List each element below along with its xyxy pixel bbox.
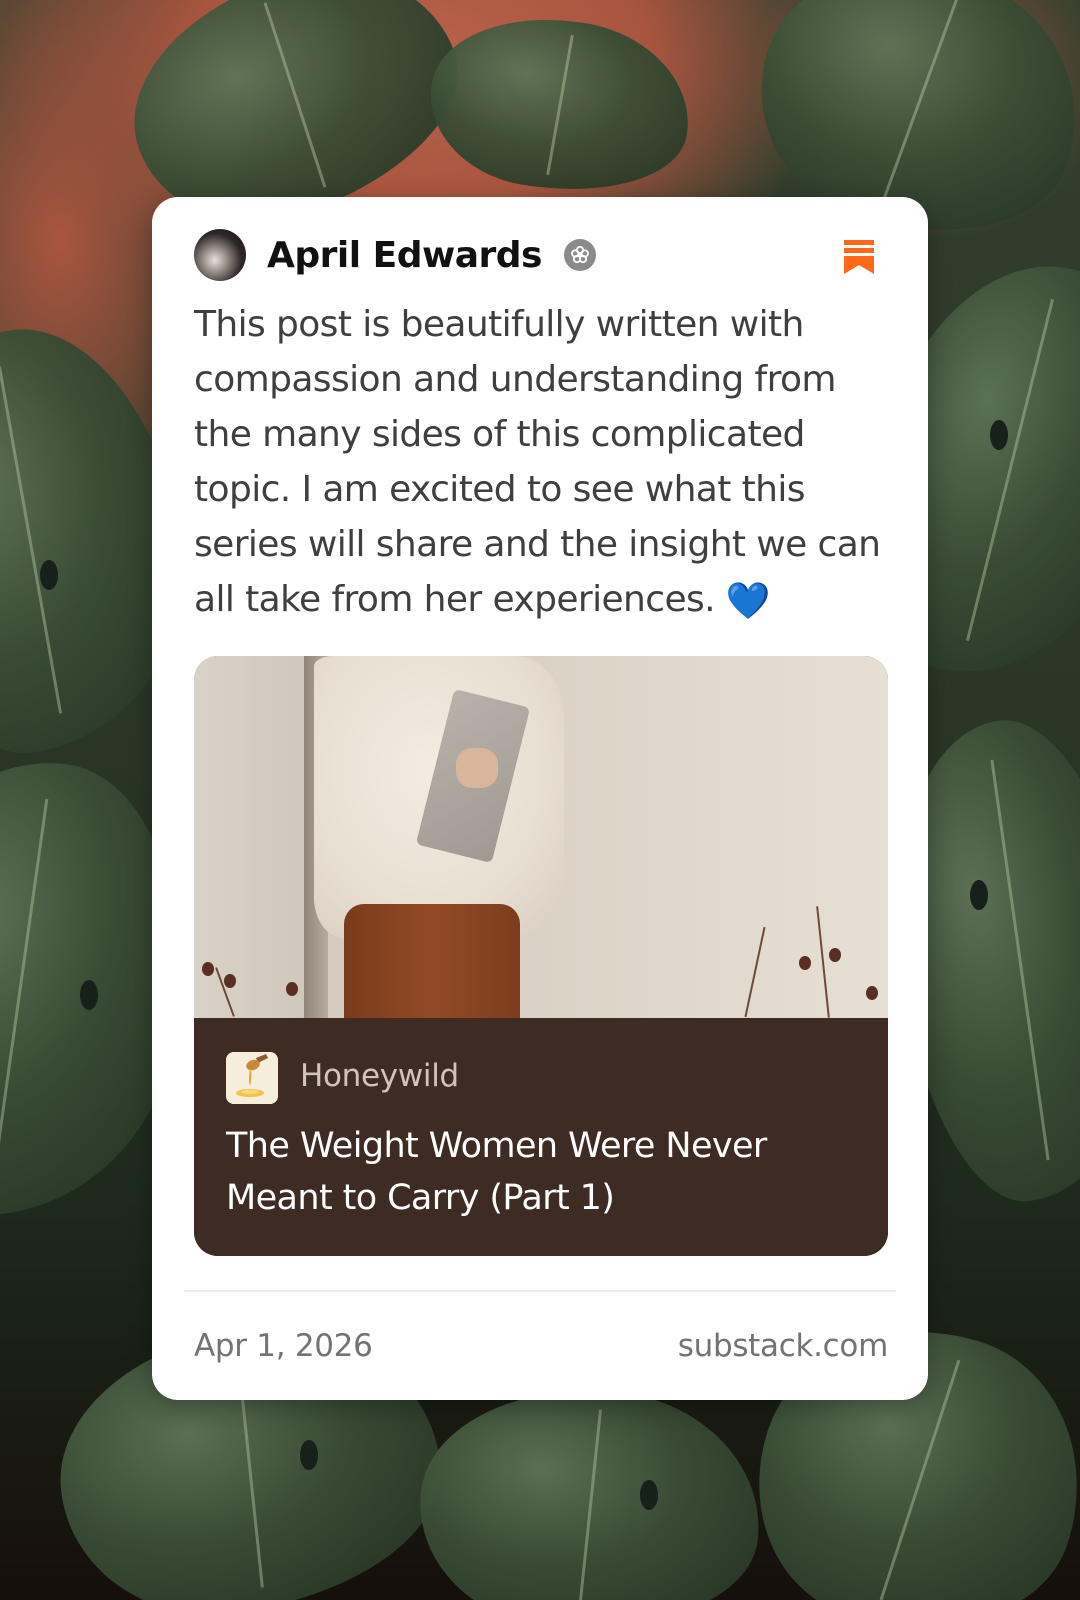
blue-heart-emoji: 💙: [725, 581, 771, 622]
post-embed[interactable]: Honeywild The Weight Women Were Never Me…: [194, 656, 888, 1256]
post-date: Apr 1, 2026: [194, 1328, 373, 1364]
flower-badge-svg: [571, 245, 589, 264]
leaf-hole: [640, 1480, 658, 1510]
leaf-hole: [990, 420, 1008, 450]
leaf-hole: [80, 980, 98, 1010]
image-bud: [224, 974, 236, 988]
author-name[interactable]: April Edwards: [267, 235, 542, 276]
comment-header: April Edwards: [194, 229, 596, 281]
image-bud: [799, 956, 811, 970]
publication-name[interactable]: Honeywild: [300, 1058, 459, 1094]
leaf-shape: [408, 1372, 772, 1600]
share-card-scene: April Edwards This post is beautifully w…: [0, 0, 1080, 1600]
post-title[interactable]: The Weight Women Were Never Meant to Car…: [226, 1120, 866, 1224]
comment-text: This post is beautifully written with co…: [194, 304, 881, 620]
flower-badge-icon: [563, 239, 596, 271]
comment-card: April Edwards This post is beautifully w…: [152, 197, 928, 1400]
source-domain[interactable]: substack.com: [678, 1328, 889, 1364]
comment-body: This post is beautifully written with co…: [194, 297, 894, 627]
leaf-hole: [970, 880, 988, 910]
image-bud: [866, 986, 878, 1000]
image-bud: [829, 948, 841, 962]
honey-dipper-svg: [226, 1052, 278, 1104]
image-pants: [344, 904, 520, 1018]
honey-dipper-icon: [226, 1052, 278, 1104]
post-cover-image: [194, 656, 888, 1018]
image-stem: [816, 906, 830, 1018]
post-info: Honeywild The Weight Women Were Never Me…: [194, 1018, 888, 1256]
bookmark-icon[interactable]: [844, 240, 874, 274]
image-stem: [744, 926, 766, 1018]
author-avatar[interactable]: [194, 229, 246, 281]
leaf-shape: [417, 0, 703, 212]
footer-divider: [184, 1290, 896, 1292]
leaf-hole: [300, 1440, 318, 1470]
image-bud: [202, 962, 214, 976]
image-bud: [286, 982, 298, 996]
image-hand: [456, 748, 498, 788]
leaf-hole: [40, 560, 58, 590]
